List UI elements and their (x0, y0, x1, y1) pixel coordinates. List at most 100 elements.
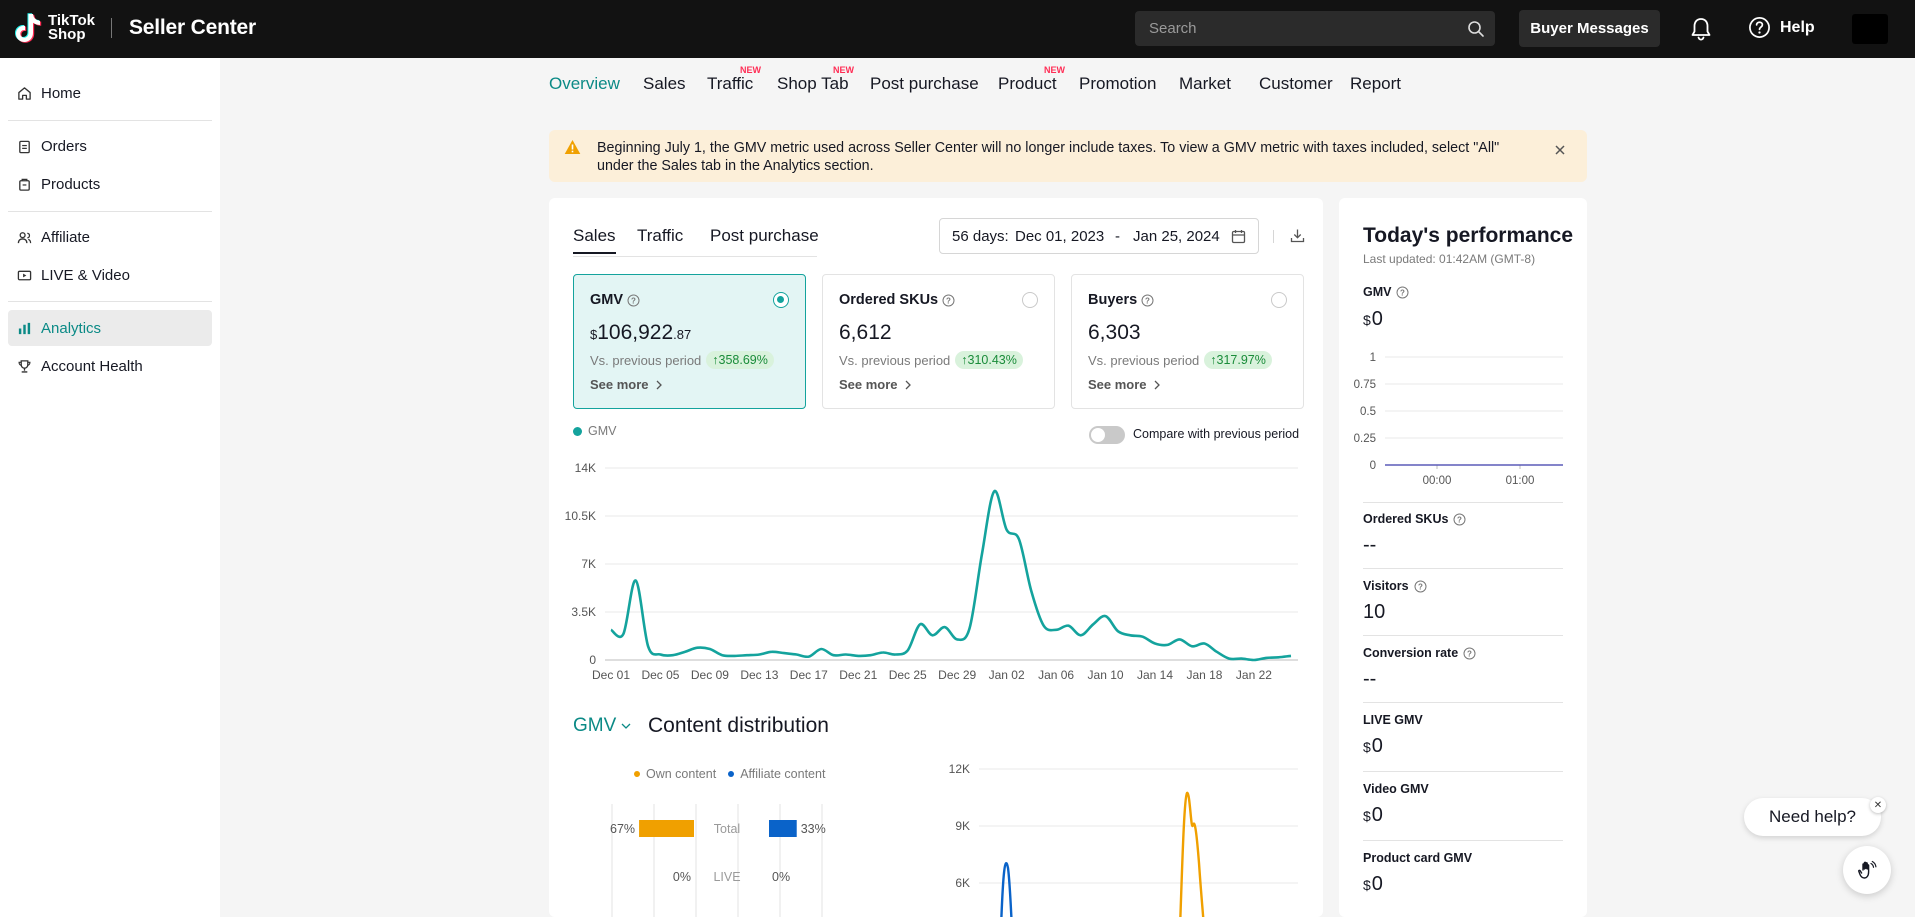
divider (1363, 502, 1563, 503)
tab-label: Report (1350, 74, 1402, 93)
info-icon[interactable]: ? (1453, 513, 1466, 526)
last-updated: Last updated: 01:42AM (GMT-8) (1363, 252, 1536, 266)
x-tick-label: Dec 13 (740, 668, 778, 682)
kpi-visitors-value: 10 (1363, 601, 1386, 623)
metric-radio[interactable] (1022, 292, 1038, 308)
sidebar-item-products[interactable]: Products (8, 166, 212, 202)
question-circle-icon (1749, 17, 1770, 38)
metric-name-text: Buyers (1088, 292, 1138, 308)
see-more-link[interactable]: See more (590, 377, 663, 392)
content-trend-chart: 6K 9K 12K (949, 762, 1298, 917)
subtab-post-purchase[interactable]: Post purchase (710, 226, 819, 246)
see-more-link[interactable]: See more (839, 377, 912, 392)
tiktok-shop-logo[interactable]: TikTok Shop (14, 12, 95, 44)
info-icon[interactable]: ? (627, 294, 640, 307)
info-icon[interactable]: ? (942, 294, 955, 307)
y-tick-label: 7K (581, 557, 596, 571)
subtab-traffic[interactable]: Traffic (637, 226, 683, 246)
metric-radio[interactable] (1271, 292, 1287, 308)
metric-comparison: Vs. previous period ↑317.97% (1088, 351, 1272, 369)
tab-traffic[interactable]: Traffic NEW (707, 65, 761, 94)
need-help-bubble[interactable]: Need help? (1744, 798, 1881, 836)
hand-wave-icon (1858, 860, 1877, 879)
info-icon[interactable]: ? (1396, 286, 1409, 299)
download-icon[interactable] (1290, 228, 1305, 243)
compare-toggle[interactable] (1089, 426, 1125, 444)
metric-value-decimals: .87 (673, 327, 692, 342)
close-help-bubble-button[interactable]: ✕ (1870, 797, 1886, 813)
see-more-label: See more (839, 377, 898, 392)
info-icon[interactable]: ? (1141, 294, 1154, 307)
sidebar-item-label: Home (41, 84, 82, 102)
subtab-label: Traffic (637, 226, 684, 245)
x-tick-label: Dec 25 (889, 668, 927, 682)
sidebar-item-analytics[interactable]: Analytics (8, 310, 212, 346)
new-badge: NEW (833, 65, 854, 75)
search-icon[interactable] (1467, 20, 1485, 38)
subtab-sales[interactable]: Sales (573, 226, 616, 254)
metric-card-buyers[interactable]: Buyers ? 6,303 Vs. previous period ↑317.9… (1071, 274, 1304, 409)
kpi-live-gmv-label: LIVE GMV (1363, 713, 1423, 727)
date-range-separator: - (1115, 228, 1120, 245)
video-icon (17, 270, 32, 280)
svg-text:?: ? (1145, 296, 1150, 305)
sidebar-item-affiliate[interactable]: Affiliate (8, 219, 212, 255)
home-icon (18, 86, 31, 100)
tab-post-purchase[interactable]: Post purchase (870, 74, 979, 94)
sidebar-item-home[interactable]: Home (8, 75, 212, 111)
kpi-product-card-gmv-label: Product card GMV (1363, 851, 1472, 865)
content-metric-selector[interactable]: GMV (573, 715, 631, 737)
help-assistant-button[interactable] (1843, 846, 1891, 894)
change-badge: ↑317.97% (1204, 351, 1272, 369)
tab-sales[interactable]: Sales (643, 74, 686, 94)
tab-product[interactable]: Product NEW (998, 65, 1065, 94)
sidebar-divider (8, 301, 212, 302)
info-icon[interactable]: ? (1463, 647, 1476, 660)
change-value: 317.97% (1216, 353, 1266, 367)
sidebar-item-orders[interactable]: Orders (8, 128, 212, 164)
comparison-label: Vs. previous period (1088, 352, 1200, 368)
help-button[interactable]: Help (1748, 16, 1815, 39)
buyer-messages-button[interactable]: Buyer Messages (1519, 10, 1660, 47)
tab-market[interactable]: Market (1179, 74, 1231, 94)
info-icon[interactable]: ? (1414, 580, 1427, 593)
warning-icon (564, 140, 581, 154)
close-icon[interactable] (1553, 143, 1567, 157)
tab-overview[interactable]: Overview (549, 74, 620, 94)
see-more-link[interactable]: See more (1088, 377, 1161, 392)
sidebar-item-account-health[interactable]: Account Health (8, 348, 212, 384)
kpi-visitors-label: Visitors ? (1363, 579, 1427, 593)
tab-customer[interactable]: Customer (1259, 74, 1333, 94)
chevron-right-icon (656, 380, 662, 389)
kpi-value: 0 (1371, 804, 1383, 826)
x-tick-label: Dec 21 (839, 668, 877, 682)
currency-symbol: $ (1363, 808, 1371, 824)
sidebar-item-live-video[interactable]: LIVE & Video (8, 257, 212, 293)
tab-promotion[interactable]: Promotion (1079, 74, 1156, 94)
bar-chart-icon (18, 322, 31, 334)
metric-comparison: Vs. previous period ↑358.69% (590, 351, 774, 369)
search-input[interactable] (1135, 11, 1455, 46)
metric-card-gmv[interactable]: GMV ? $106,922.87 Vs. previous period ↑35… (573, 274, 806, 409)
divider (1363, 771, 1563, 772)
sidebar-item-label: Account Health (41, 357, 143, 375)
kpi-value: 0 (1371, 308, 1383, 330)
notification-bell-icon[interactable] (1688, 16, 1714, 42)
sidebar-item-label: Products (41, 175, 101, 193)
metric-card-ordered-skus[interactable]: Ordered SKUs ? 6,612 Vs. previous period… (822, 274, 1055, 409)
x-tick-label: Jan 06 (1038, 668, 1074, 682)
affiliate-content-line (1000, 862, 1013, 917)
account-avatar[interactable] (1852, 14, 1888, 44)
legend-swatch (573, 426, 582, 436)
tab-report[interactable]: Report (1350, 74, 1401, 94)
date-range-picker[interactable]: 56 days: Dec 01, 2023 - Jan 25, 2024 (939, 218, 1259, 254)
sidebar-item-label: LIVE & Video (41, 266, 130, 284)
y-tick-label: 0.5 (1360, 406, 1376, 418)
change-badge: ↑358.69% (706, 351, 774, 369)
clipboard-icon (19, 140, 30, 153)
metric-radio[interactable] (773, 292, 789, 308)
tab-shop-tab[interactable]: Shop Tab NEW (777, 65, 854, 94)
logo-divider (111, 18, 112, 38)
users-icon (17, 231, 32, 243)
date-range-start: Dec 01, 2023 (1015, 228, 1105, 245)
